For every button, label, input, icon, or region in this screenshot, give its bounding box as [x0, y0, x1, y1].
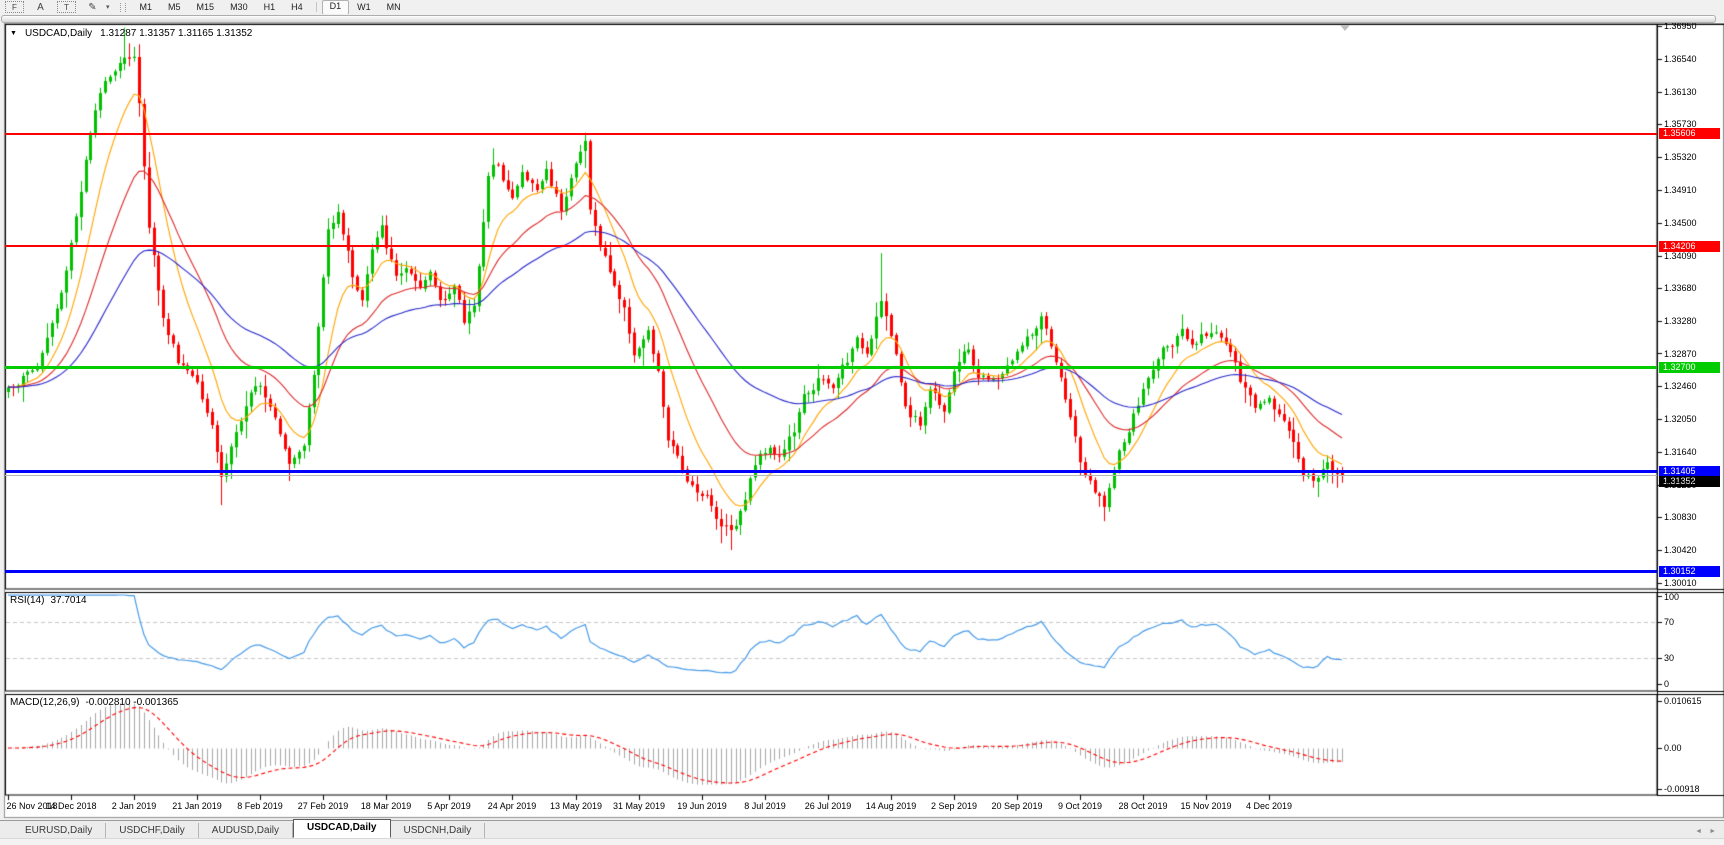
text-tool-icon[interactable]: T: [57, 1, 76, 13]
tab-scroll-left-icon[interactable]: ◄: [1695, 828, 1702, 835]
chart-scrollbar[interactable]: [0, 14, 1724, 23]
timeframe-button-m1[interactable]: M1: [132, 0, 161, 15]
horizontal-line-1.30152[interactable]: [5, 570, 1657, 573]
chart-tab-bar: EURUSD,DailyUSDCHF,DailyAUDUSD,DailyUSDC…: [0, 820, 1724, 838]
draw-tool-dropdown-icon[interactable]: ▾: [106, 3, 110, 11]
timeframe-button-h4[interactable]: H4: [283, 0, 311, 15]
chart-symbol-label: USDCAD,Daily: [25, 28, 92, 39]
tab-usdchf[interactable]: USDCHF,Daily: [106, 823, 199, 838]
fibonacci-tool-icon[interactable]: F: [5, 1, 24, 13]
status-bar: [0, 838, 1724, 845]
timeframe-button-w1[interactable]: W1: [349, 0, 379, 15]
tab-scroll-arrows: ◄ ►: [1695, 828, 1716, 835]
horizontal-line-1.31405[interactable]: [5, 470, 1657, 473]
tab-scroll-right-icon[interactable]: ►: [1709, 828, 1716, 835]
label-tool-icon[interactable]: A: [34, 2, 47, 13]
chart-shift-marker-icon[interactable]: [1340, 25, 1350, 31]
top-toolbar: FAT ✎ ▾ M1M5M15M30H1H4 D1W1MN: [0, 0, 1724, 14]
timeframe-button-m5[interactable]: M5: [160, 0, 189, 15]
draw-tool-icon[interactable]: ✎: [86, 2, 99, 13]
macd-current-values: -0.002810 -0.001365: [85, 697, 178, 708]
macd-panel-label: MACD(12,26,9) -0.002810 -0.001365: [10, 697, 178, 708]
rsi-panel-label: RSI(14) 37.7014: [10, 595, 87, 606]
toolbar-separator-grip[interactable]: [120, 3, 126, 12]
drawing-tools-group: FAT ✎ ▾: [0, 1, 110, 13]
timeframe-button-m15[interactable]: M15: [189, 0, 223, 15]
rsi-current-value: 37.7014: [50, 595, 86, 606]
timeframe-button-d1[interactable]: D1: [322, 0, 350, 15]
macd-indicator-name: MACD(12,26,9): [10, 697, 79, 708]
chart-canvas[interactable]: [0, 0, 1724, 845]
chart-collapse-icon[interactable]: ▼: [10, 30, 17, 37]
tab-audusd[interactable]: AUDUSD,Daily: [199, 823, 293, 838]
chart-title: ▼ USDCAD,Daily 1.31287 1.31357 1.31165 1…: [10, 28, 252, 39]
horizontal-line-1.35606[interactable]: [5, 133, 1657, 135]
timeframe-button-m30[interactable]: M30: [222, 0, 256, 15]
tab-eurusd[interactable]: EURUSD,Daily: [12, 823, 106, 838]
mt4-chart-window: FAT ✎ ▾ M1M5M15M30H1H4 D1W1MN ▼ USDCAD,Dail…: [0, 0, 1724, 845]
chart-ohlc-values: 1.31287 1.31357 1.31165 1.31352: [100, 28, 252, 39]
horizontal-line-1.32700[interactable]: [5, 366, 1657, 369]
timeframe-button-h1[interactable]: H1: [256, 0, 284, 15]
tab-usdcnh[interactable]: USDCNH,Daily: [391, 823, 486, 838]
chart-tabs-group: EURUSD,DailyUSDCHF,DailyAUDUSD,DailyUSDC…: [12, 819, 485, 838]
tab-usdcad[interactable]: USDCAD,Daily: [293, 819, 390, 838]
horizontal-line-1.34206[interactable]: [5, 245, 1657, 247]
timeframe-button-mn[interactable]: MN: [379, 0, 409, 15]
toolbar-divider: [316, 2, 317, 12]
chart-scrollbar-thumb[interactable]: [1, 15, 1716, 23]
timeframe-toolbar: M1M5M15M30H1H4 D1W1MN: [132, 0, 409, 15]
current-price-line: [5, 475, 1657, 476]
rsi-indicator-name: RSI(14): [10, 595, 44, 606]
